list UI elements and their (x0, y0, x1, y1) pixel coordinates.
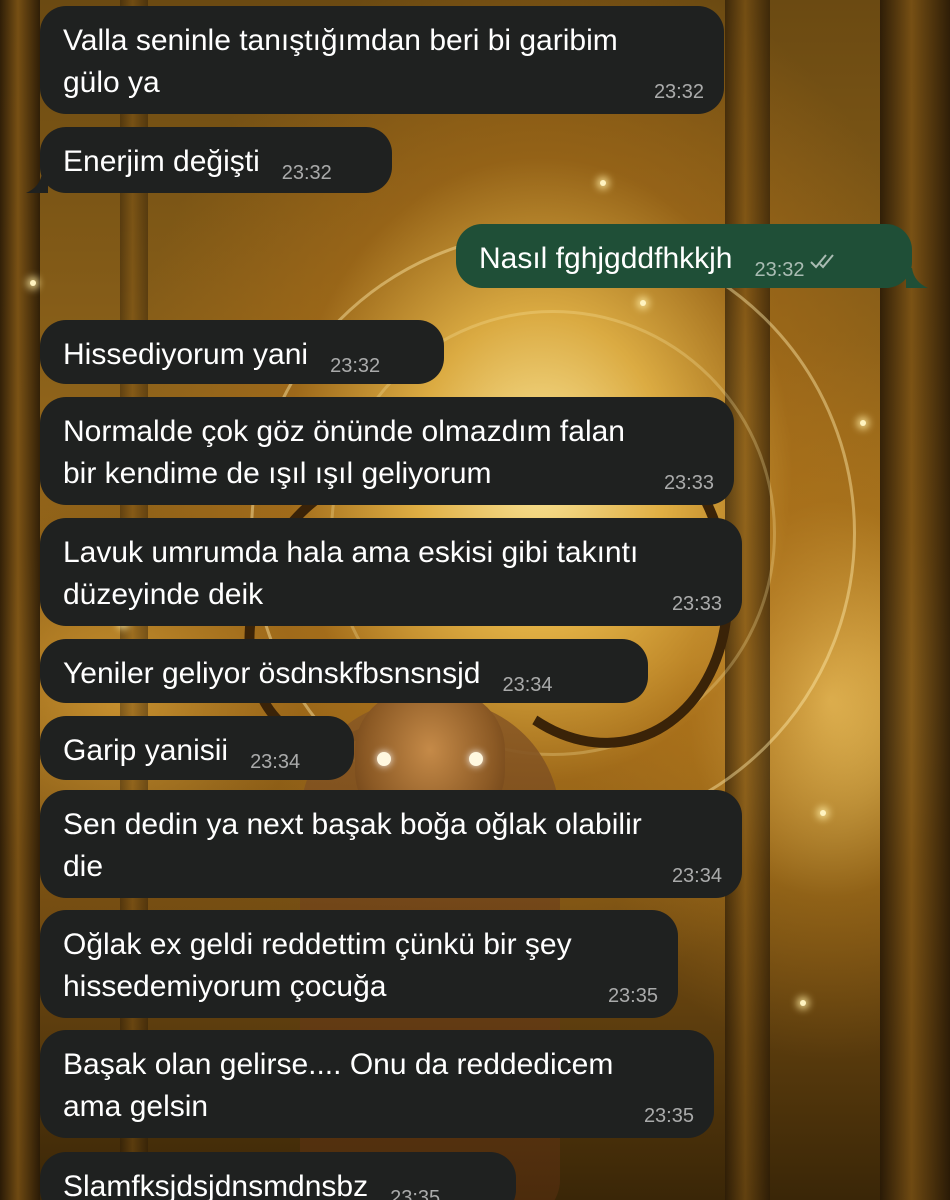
message-timestamp: 23:32 (754, 259, 805, 281)
message-timestamp: 23:35 (643, 1105, 694, 1127)
message-timestamp: 23:32 (281, 162, 332, 184)
message-timestamp: 23:35 (607, 985, 658, 1007)
message-text: Nasıl fghjgddfhkkjh (479, 242, 733, 275)
message-bubble-incoming[interactable]: Hissediyorum yani 23:32 (40, 320, 444, 384)
message-timestamp: 23:34 (671, 865, 722, 887)
read-double-check-icon (809, 254, 834, 269)
message-bubble-incoming[interactable]: Valla seninle tanıştığımdan beri bi gari… (40, 6, 724, 114)
message-text: Valla seninle tanıştığımdan beri bi gari… (63, 24, 618, 99)
message-text: Normalde çok göz önünde olmazdım falan b… (63, 415, 625, 490)
bubble-tail-incoming (26, 173, 48, 193)
message-bubble-incoming[interactable]: Slamfksjdsjdnsmdnsbz 23:35 (40, 1152, 516, 1200)
message-bubble-outgoing[interactable]: Nasıl fghjgddfhkkjh 23:32 (456, 224, 912, 288)
message-bubble-incoming[interactable]: Oğlak ex geldi reddettim çünkü bir şey h… (40, 910, 678, 1018)
message-bubble-incoming[interactable]: Enerjim değişti 23:32 (40, 127, 392, 193)
message-text: Oğlak ex geldi reddettim çünkü bir şey h… (63, 928, 572, 1003)
message-timestamp: 23:33 (671, 593, 722, 615)
message-text: Slamfksjdsjdnsmdnsbz (63, 1170, 369, 1200)
message-timestamp: 23:34 (250, 751, 301, 773)
message-timestamp: 23:33 (663, 472, 714, 494)
message-text: Enerjim değişti (63, 145, 260, 178)
message-text: Sen dedin ya next başak boğa oğlak olabi… (63, 808, 642, 883)
message-bubble-incoming[interactable]: Lavuk umrumda hala ama eskisi gibi takın… (40, 518, 742, 626)
message-bubble-incoming[interactable]: Garip yanisii 23:34 (40, 716, 354, 780)
message-timestamp: 23:32 (653, 81, 704, 103)
message-text: Başak olan gelirse.... Onu da reddedicem… (63, 1048, 614, 1123)
message-text: Garip yanisii (63, 734, 229, 767)
message-timestamp: 23:34 (502, 674, 553, 696)
message-timestamp: 23:32 (330, 355, 381, 377)
message-text: Hissediyorum yani (63, 338, 309, 371)
message-text: Yeniler geliyor ösdnskfbsnsnsjd (63, 657, 481, 690)
message-bubble-incoming[interactable]: Normalde çok göz önünde olmazdım falan b… (40, 397, 734, 505)
message-timestamp: 23:35 (390, 1187, 441, 1200)
message-bubble-incoming[interactable]: Yeniler geliyor ösdnskfbsnsnsjd 23:34 (40, 639, 648, 703)
message-text: Lavuk umrumda hala ama eskisi gibi takın… (63, 536, 639, 611)
bubble-tail-outgoing (906, 268, 928, 288)
message-bubble-incoming[interactable]: Sen dedin ya next başak boğa oğlak olabi… (40, 790, 742, 898)
message-list[interactable]: Valla seninle tanıştığımdan beri bi gari… (0, 0, 950, 1200)
message-bubble-incoming[interactable]: Başak olan gelirse.... Onu da reddedicem… (40, 1030, 714, 1138)
